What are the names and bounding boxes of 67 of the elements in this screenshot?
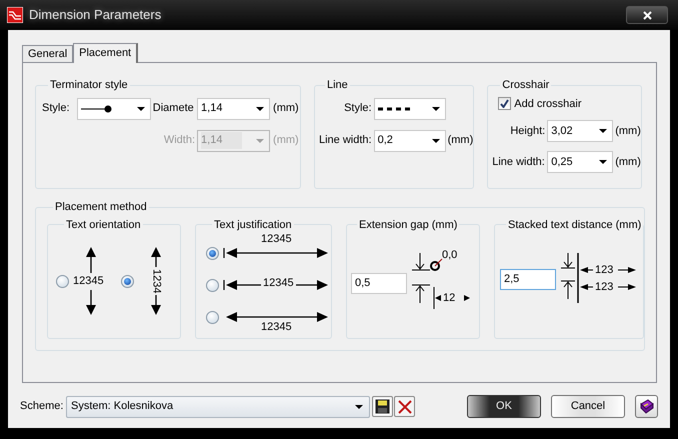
radio-button[interactable] [121, 274, 134, 288]
checkbox[interactable] [498, 97, 512, 110]
help-button[interactable] [635, 395, 658, 418]
close-icon [398, 400, 412, 414]
field-label: (mm) [615, 154, 642, 170]
tab[interactable]: Placement [73, 43, 138, 63]
field-label: Scheme: [20, 399, 64, 414]
group-title: Text justification [213, 218, 293, 232]
radio-button[interactable] [206, 246, 219, 260]
terminator-style-dropdown[interactable] [76, 98, 151, 120]
window-title: Dimension Parameters [29, 6, 162, 24]
radio-button[interactable] [206, 310, 219, 324]
sample-text: 12345 [261, 232, 292, 246]
caret-icon [256, 138, 264, 142]
caret-icon [136, 106, 145, 110]
caret-icon [256, 106, 264, 110]
close-button[interactable] [626, 6, 668, 24]
line-dot-icon [80, 104, 113, 112]
scheme-dropdown[interactable]: System: Kolesnikova [66, 396, 370, 418]
app-logo-icon [7, 7, 23, 23]
diagram-label: 123 [595, 281, 614, 293]
field-label: Line width: [319, 133, 372, 148]
field-label: Diamete [152, 101, 195, 116]
save-icon [375, 399, 390, 414]
dialog-button[interactable]: OK [467, 395, 541, 418]
dialog-button[interactable]: Cancel [551, 395, 625, 418]
diagram-label: 12 [443, 292, 456, 304]
group-title: Terminator style [49, 78, 129, 93]
group-title: Line [326, 78, 349, 93]
sample-text: 12345 [72, 273, 105, 290]
field-label: (mm) [272, 133, 300, 148]
number-field[interactable]: 0,5 [351, 272, 407, 294]
number-field[interactable]: 2,5 [500, 268, 556, 290]
save-button[interactable] [372, 396, 393, 417]
caret-icon [432, 106, 440, 110]
diagram-label: 0,0 [442, 249, 458, 261]
field-label: Style: [343, 101, 372, 116]
group-title: Crosshair [501, 78, 550, 93]
caret-icon [599, 160, 608, 164]
caret-icon [355, 404, 363, 408]
field-label: (mm) [448, 133, 474, 148]
line-width-dropdown[interactable]: 0,25 [547, 151, 614, 173]
field-label: (mm) [272, 101, 300, 116]
sample-text: 12345 [261, 320, 292, 334]
caret-icon [432, 138, 440, 142]
height-dropdown[interactable]: 3,02 [547, 120, 614, 142]
checkbox-label: Add crosshair [514, 96, 582, 112]
line-style-dropdown[interactable] [374, 98, 446, 120]
group-title: Placement method [54, 200, 148, 215]
field-label: Style: [42, 101, 71, 116]
tab[interactable]: General [22, 45, 74, 62]
group-title: Text orientation [65, 218, 142, 232]
line-width-dropdown[interactable]: 0,2 [374, 130, 446, 152]
field-label: Height: [509, 124, 546, 139]
group-title: Extension gap (mm) [358, 218, 458, 232]
delete-button[interactable] [394, 396, 415, 417]
field-label: (mm) [615, 124, 642, 139]
diagram-label: 123 [595, 264, 614, 276]
group-title: Stacked text distance (mm) [507, 218, 642, 232]
dashed-line-icon [378, 106, 412, 110]
radio-button[interactable] [56, 274, 69, 288]
diameter-dropdown[interactable]: 1,14 [197, 98, 270, 120]
caret-icon [599, 129, 608, 133]
field-label: Line width: [492, 154, 546, 170]
radio-button[interactable] [206, 278, 219, 292]
field-label: Width: [162, 133, 196, 148]
close-icon [642, 10, 652, 20]
